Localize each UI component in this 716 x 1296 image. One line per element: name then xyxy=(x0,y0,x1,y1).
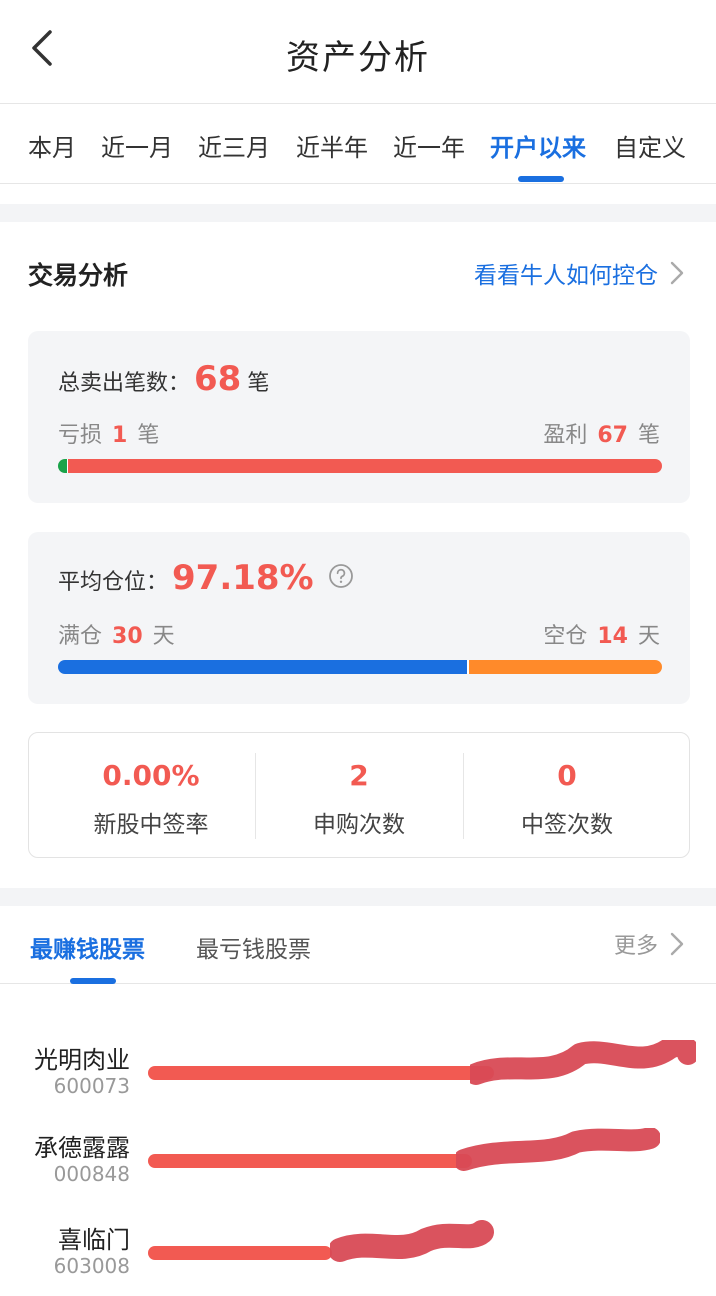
stock-name: 光明肉业 xyxy=(34,1046,130,1074)
loss-profit-row: 亏损 1 笔 盈利 67 笔 xyxy=(58,417,660,449)
sell-count-heading: 总卖出笔数： 68 笔 xyxy=(58,359,269,399)
subscription-count-label: 申购次数 xyxy=(313,812,405,838)
subscription-count-value: 2 xyxy=(349,759,369,792)
winning-count-label: 中签次数 xyxy=(521,812,613,838)
stock-code: 000848 xyxy=(53,1162,130,1186)
stock-profit-bar xyxy=(148,1246,332,1260)
ipo-win-rate-value: 0.00% xyxy=(102,759,200,792)
tab-last-half-year[interactable]: 近半年 xyxy=(296,128,368,163)
stock-profit-bar xyxy=(148,1154,472,1168)
tab-last-month[interactable]: 近一月 xyxy=(101,128,173,163)
full-empty-row: 满仓 30 天 空仓 14 天 xyxy=(58,618,660,650)
average-position-heading: 平均仓位： 97.18% xyxy=(58,558,354,598)
winning-count-value: 0 xyxy=(557,759,577,792)
profit-bar-segment xyxy=(66,459,662,473)
active-tab-indicator xyxy=(70,978,116,984)
average-position-label: 平均仓位： xyxy=(58,570,169,595)
tab-last-year[interactable]: 近一年 xyxy=(393,128,465,163)
tab-custom[interactable]: 自定义 xyxy=(614,128,686,163)
app-header: 资产分析 xyxy=(0,0,716,104)
full-empty-bar xyxy=(58,660,662,674)
full-label: 满仓 xyxy=(58,624,103,649)
empty-value: 14 xyxy=(597,624,628,649)
redaction-scribble xyxy=(330,1220,494,1262)
active-tab-indicator xyxy=(518,176,564,182)
tab-most-losing-stocks[interactable]: 最亏钱股票 xyxy=(196,930,311,964)
list-item[interactable]: 承德露露 000848 xyxy=(0,1128,716,1208)
sell-count-value: 68 xyxy=(194,359,242,399)
loss-profit-bar xyxy=(58,459,662,473)
profit-unit: 笔 xyxy=(637,423,660,448)
subscription-count-stat: 2 申购次数 xyxy=(249,733,469,859)
full-bar-segment xyxy=(58,660,468,674)
more-link[interactable]: 更多 xyxy=(614,928,684,960)
full-unit: 天 xyxy=(152,624,175,649)
sell-count-card: 总卖出笔数： 68 笔 亏损 1 笔 盈利 67 笔 xyxy=(28,331,690,503)
sell-count-unit: 笔 xyxy=(247,371,270,396)
more-link-text: 更多 xyxy=(613,934,658,959)
position-control-link[interactable]: 看看牛人如何控仓 xyxy=(474,256,684,290)
ipo-win-rate-stat: 0.00% 新股中签率 xyxy=(41,733,261,859)
sell-count-label: 总卖出笔数： xyxy=(58,371,191,396)
winning-count-stat: 0 中签次数 xyxy=(457,733,677,859)
list-item[interactable]: 喜临门 603008 xyxy=(0,1220,716,1296)
list-item[interactable]: 光明肉业 600073 xyxy=(0,1040,716,1120)
profit-label: 盈利 xyxy=(543,423,588,448)
stock-name: 承德露露 xyxy=(34,1134,130,1162)
stock-code: 603008 xyxy=(53,1254,130,1278)
ipo-win-rate-label: 新股中签率 xyxy=(93,812,209,838)
position-control-link-text: 看看牛人如何控仓 xyxy=(474,263,658,289)
average-position-value: 97.18% xyxy=(172,558,314,598)
loss-value: 1 xyxy=(112,423,128,448)
tab-last-three-months[interactable]: 近三月 xyxy=(198,128,270,163)
period-tab-bar: 本月 近一月 近三月 近半年 近一年 开户以来 自定义 xyxy=(0,104,716,184)
loss-label: 亏损 xyxy=(58,423,103,448)
full-position-days: 满仓 30 天 xyxy=(58,618,175,650)
redaction-scribble xyxy=(456,1128,660,1171)
loss-count: 亏损 1 笔 xyxy=(58,417,159,449)
full-value: 30 xyxy=(112,624,143,649)
empty-unit: 天 xyxy=(637,624,660,649)
loss-bar-segment xyxy=(58,459,67,473)
trade-analysis-title: 交易分析 xyxy=(28,261,129,290)
empty-position-days: 空仓 14 天 xyxy=(543,618,660,650)
redaction-scribble xyxy=(470,1040,696,1085)
profit-count: 盈利 67 笔 xyxy=(543,417,660,449)
empty-bar-segment xyxy=(467,660,662,674)
stock-ranking-tab-bar: 最赚钱股票 最亏钱股票 更多 xyxy=(0,906,716,984)
average-position-card: 平均仓位： 97.18% 满仓 30 天 空仓 14 天 xyxy=(28,532,690,704)
loss-unit: 笔 xyxy=(137,423,160,448)
chevron-right-icon xyxy=(670,261,684,285)
tab-since-account-open[interactable]: 开户以来 xyxy=(490,128,586,163)
profit-value: 67 xyxy=(597,423,628,448)
stock-code: 600073 xyxy=(53,1074,130,1098)
section-gap xyxy=(0,204,716,222)
tab-this-month[interactable]: 本月 xyxy=(28,128,76,163)
question-circle-icon[interactable] xyxy=(328,563,354,589)
stock-name: 喜临门 xyxy=(58,1226,130,1254)
page-title: 资产分析 xyxy=(286,38,430,78)
section-gap xyxy=(0,888,716,906)
stock-profit-bar xyxy=(148,1066,494,1080)
chevron-right-icon xyxy=(670,932,684,956)
ipo-stats-box: 0.00% 新股中签率 2 申购次数 0 中签次数 xyxy=(28,732,690,858)
tab-most-profitable-stocks[interactable]: 最赚钱股票 xyxy=(30,930,145,964)
empty-label: 空仓 xyxy=(543,624,588,649)
